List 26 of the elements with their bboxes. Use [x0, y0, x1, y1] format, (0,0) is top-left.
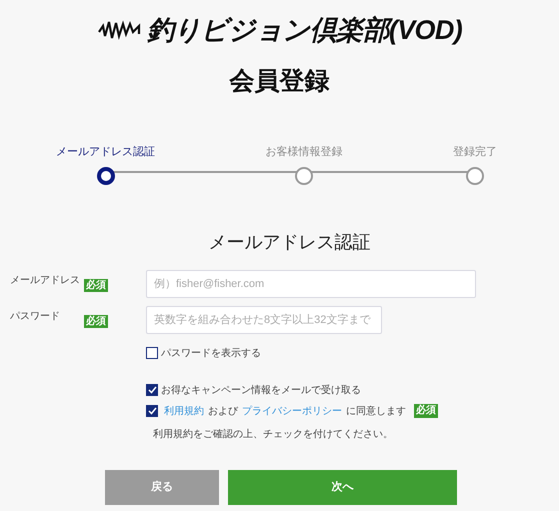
back-button[interactable]: 戻る [105, 470, 219, 504]
note-text: 利用規約をご確認の上、チェックを付けてください。 [153, 428, 394, 442]
logo-text: 釣りビジョン倶楽部(VOD) [146, 14, 462, 47]
required-badge: 必須 [414, 404, 438, 418]
checkbox-label: パスワードを表示する [161, 346, 261, 360]
next-button[interactable]: 次へ [228, 470, 457, 504]
required-badge: 必須 [84, 278, 108, 292]
required-badge: 必須 [84, 314, 108, 328]
field-label: メールアドレス [10, 274, 81, 288]
checkbox[interactable] [146, 347, 158, 359]
checkbox-label: お得なキャンペーン情報をメールで受け取る [161, 384, 361, 398]
terms-text: に同意します [346, 404, 406, 418]
wave-logo-icon [96, 18, 141, 42]
page-title: 会員登録 [230, 66, 330, 96]
field-label: パスワード [10, 310, 61, 324]
section-title: メールアドレス認証 [208, 230, 372, 254]
checkbox[interactable] [146, 384, 158, 396]
step-label: 登録完了 [453, 144, 497, 160]
input-field[interactable]: 英数字を組み合わせた8文字以上32文字まで [146, 306, 382, 334]
step-label: お客様情報登録 [266, 144, 342, 160]
input-field[interactable]: 例）fisher@fisher.com [146, 270, 476, 298]
checkbox[interactable] [146, 405, 158, 417]
privacy-link[interactable]: プライバシーポリシー [242, 404, 342, 418]
terms-link[interactable]: 利用規約 [164, 404, 204, 418]
step-label: メールアドレス認証 [56, 145, 155, 160]
terms-text: および [208, 404, 238, 418]
